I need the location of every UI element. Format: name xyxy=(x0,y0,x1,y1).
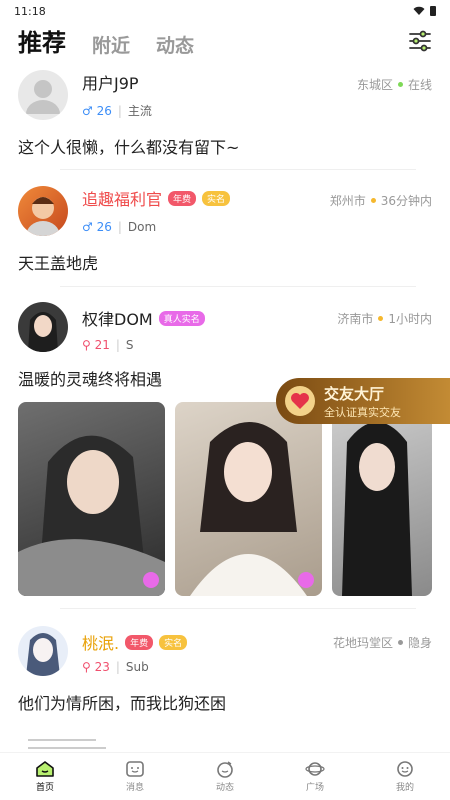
planet-icon xyxy=(305,762,325,776)
photo-thumbnail[interactable] xyxy=(175,402,322,596)
role-tag: S xyxy=(125,338,134,352)
nav-profile[interactable]: 我的 xyxy=(375,760,435,793)
location: 东城区 xyxy=(356,78,393,92)
gender-age: ⚲ 21 xyxy=(82,338,110,352)
location-status: 郑州市 36分钟内 xyxy=(330,192,432,209)
online-status: 36分钟内 xyxy=(380,194,432,208)
bottom-nav: 首页 消息 动态 广场 我的 xyxy=(0,752,450,800)
avatar-image xyxy=(26,633,60,676)
friend-hall-banner[interactable]: 交友大厅 全认证真实交友 xyxy=(276,378,450,424)
photo-image xyxy=(18,435,165,596)
photo-thumbnail[interactable] xyxy=(332,402,432,596)
nav-plaza[interactable]: 广场 xyxy=(285,760,345,793)
post-image-thumbnail[interactable] xyxy=(26,732,110,752)
status-dot xyxy=(397,640,403,645)
verified-badge: 实名 xyxy=(159,634,188,650)
default-avatar-icon xyxy=(26,80,60,114)
user-name[interactable]: 追趣福利官 年费 实名 xyxy=(82,186,231,210)
moments-icon xyxy=(217,761,233,778)
tab-moments[interactable]: 动态 xyxy=(156,31,194,60)
online-status: 在线 xyxy=(407,78,432,92)
nav-moments[interactable]: 动态 xyxy=(195,760,255,793)
gender-age: ♂ 26 xyxy=(82,220,112,234)
avatar[interactable] xyxy=(18,302,68,352)
wifi-icon xyxy=(413,6,425,15)
verified-badge: 实名 xyxy=(202,190,231,206)
status-bar: 11:18 xyxy=(0,0,450,22)
location: 花地玛堂区 xyxy=(332,636,393,650)
location: 郑州市 xyxy=(329,194,366,208)
post-text: 天王盖地虎 xyxy=(18,254,99,273)
avatar[interactable] xyxy=(18,186,68,236)
location-status: 花地玛堂区 隐身 xyxy=(333,634,432,651)
user-meta: ♂ 26 | Dom xyxy=(82,220,157,234)
verified-badge: 真人实名 xyxy=(158,310,205,326)
online-dot xyxy=(397,82,403,87)
location-status: 东城区 在线 xyxy=(357,76,432,93)
message-icon xyxy=(126,761,144,777)
divider xyxy=(60,286,416,287)
online-status: 隐身 xyxy=(407,636,432,650)
location-status: 济南市 1小时内 xyxy=(337,310,432,327)
profile-icon xyxy=(397,761,413,777)
home-icon xyxy=(36,761,54,777)
photo-strip[interactable] xyxy=(18,402,432,596)
photo-image xyxy=(190,422,314,596)
status-dot xyxy=(370,198,376,203)
avatar[interactable] xyxy=(18,70,68,120)
status-dot xyxy=(378,316,384,321)
user-name[interactable]: 用户J9P xyxy=(82,70,139,94)
nav-messages[interactable]: 消息 xyxy=(105,760,165,793)
tab-nearby[interactable]: 附近 xyxy=(92,31,130,60)
post-text: 温暖的灵魂终将相遇 xyxy=(18,370,163,389)
user-meta: ♂ 26 | 主流 xyxy=(82,103,152,119)
photo-image xyxy=(342,422,412,596)
gender-age: ♂ 26 xyxy=(82,103,112,118)
photo-thumbnail[interactable] xyxy=(18,402,165,596)
divider xyxy=(60,608,416,609)
user-meta: ⚲ 21 | S xyxy=(82,338,134,352)
top-tabs: 推荐 附近 动态 xyxy=(0,24,450,60)
user-name[interactable]: 权律DOM 真人实名 xyxy=(82,306,205,330)
promo-title: 交友大厅 xyxy=(324,384,385,403)
promo-subtitle: 全认证真实交友 xyxy=(324,405,401,419)
post-text: 他们为情所困，而我比狗还困 xyxy=(18,694,227,713)
tab-recommend[interactable]: 推荐 xyxy=(18,23,66,60)
avatar-image xyxy=(26,197,60,236)
user-meta: ⚲ 23 | Sub xyxy=(82,660,149,674)
role-tag: Dom xyxy=(127,220,157,234)
filter-icon[interactable] xyxy=(408,30,432,52)
divider xyxy=(60,169,416,170)
vip-badge: 年费 xyxy=(168,190,197,206)
avatar-image xyxy=(28,312,58,352)
role-tag: Sub xyxy=(125,660,149,674)
nav-home[interactable]: 首页 xyxy=(15,760,75,793)
avatar[interactable] xyxy=(18,626,68,676)
post-text: 这个人很懒，什么都没有留下~ xyxy=(18,138,240,157)
vip-badge: 年费 xyxy=(125,634,154,650)
battery-icon xyxy=(430,6,436,16)
gender-age: ⚲ 23 xyxy=(82,660,110,674)
heart-icon xyxy=(285,386,315,416)
role-tag: 主流 xyxy=(127,104,152,118)
online-status: 1小时内 xyxy=(388,312,432,326)
status-time: 11:18 xyxy=(14,4,46,18)
location: 济南市 xyxy=(337,312,374,326)
user-name[interactable]: 桃泯. 年费 实名 xyxy=(82,630,188,654)
